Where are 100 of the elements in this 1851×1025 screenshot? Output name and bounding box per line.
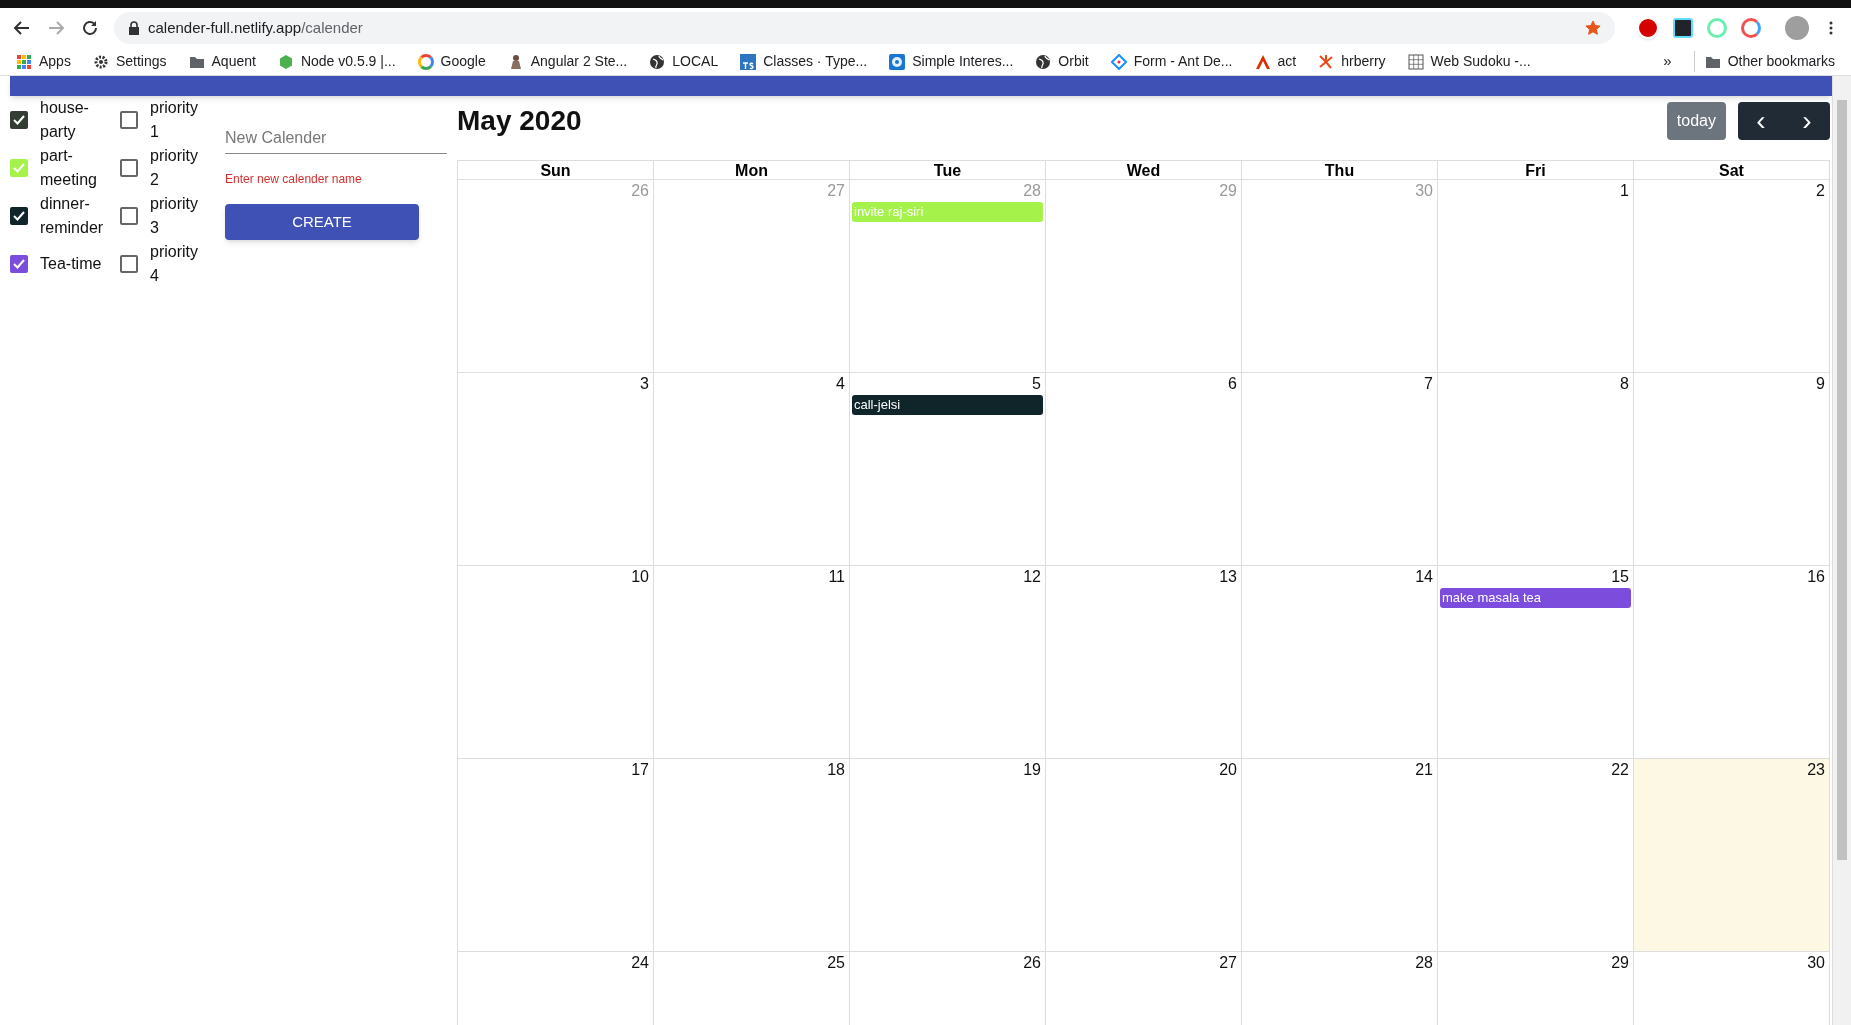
day-cell[interactable]: 8 — [1438, 373, 1634, 566]
day-number: 20 — [1219, 760, 1238, 780]
day-number: 30 — [1807, 953, 1826, 973]
day-cell[interactable]: 3 — [458, 373, 654, 566]
today-button[interactable]: today — [1666, 102, 1726, 140]
day-number: 16 — [1807, 567, 1826, 587]
bookmark-link[interactable]: Form - Ant De... — [1133, 51, 1233, 72]
day-number: 1 — [1620, 181, 1630, 201]
bookmark-link[interactable]: Settings — [115, 51, 167, 72]
next-button[interactable]: › — [1784, 102, 1830, 140]
create-button[interactable]: CREATE — [225, 204, 419, 240]
bookmark-link[interactable]: Angular 2 Ste... — [530, 51, 628, 72]
day-number: 12 — [1023, 567, 1042, 587]
day-cell[interactable]: 7 — [1242, 373, 1438, 566]
day-cell[interactable]: 12 — [850, 566, 1046, 759]
day-cell[interactable]: 20 — [1046, 759, 1242, 952]
day-number: 11 — [828, 567, 846, 587]
event-bar[interactable]: call-jelsi — [852, 395, 1043, 415]
day-number: 18 — [827, 760, 846, 780]
checkbox[interactable] — [120, 159, 138, 177]
day-number: 14 — [1415, 567, 1434, 587]
day-cell[interactable]: 9 — [1634, 373, 1830, 566]
globe-icon — [649, 53, 666, 70]
day-cell[interactable]: 5 call-jelsi — [850, 373, 1046, 566]
checkbox[interactable] — [10, 255, 28, 273]
day-number: 15 — [1611, 567, 1630, 587]
new-calendar-field[interactable]: New Calender — [225, 122, 447, 154]
day-number: 2 — [1816, 181, 1826, 201]
day-cell[interactable]: 4 — [654, 373, 850, 566]
bookmark-link[interactable]: Google — [440, 51, 486, 72]
ts-logo-icon — [740, 53, 757, 70]
google-g-icon — [417, 53, 434, 70]
diamond-icon — [1110, 53, 1127, 70]
extension-icon[interactable] — [1673, 18, 1693, 38]
day-number: 27 — [827, 181, 846, 201]
day-number: 30 — [1415, 181, 1434, 201]
bookmark-link[interactable]: Classes · Type... — [763, 51, 868, 72]
day-cell[interactable]: 23 — [1634, 759, 1830, 952]
day-cell[interactable]: 14 — [1242, 566, 1438, 759]
star-icon[interactable] — [1585, 20, 1601, 36]
day-number: 26 — [1023, 953, 1042, 973]
day-cell[interactable]: 11 — [654, 566, 850, 759]
bookmark-link[interactable]: act — [1277, 51, 1297, 72]
address-bar[interactable]: calender-full.netlify.app/calender — [114, 12, 1615, 44]
bookmark-link[interactable]: hrberry — [1341, 51, 1386, 72]
day-cell[interactable]: 22 — [1438, 759, 1634, 952]
day-number: 29 — [1219, 181, 1238, 201]
day-cell[interactable]: 2 — [1634, 180, 1830, 373]
bookmark-link[interactable]: Simple Interes... — [912, 51, 1014, 72]
day-cell[interactable]: 13 — [1046, 566, 1242, 759]
day-cell[interactable]: 16 — [1634, 566, 1830, 759]
apps-grid-icon — [16, 53, 32, 70]
checkbox[interactable] — [10, 159, 28, 177]
checkbox[interactable] — [10, 111, 28, 129]
gear-icon — [92, 53, 109, 70]
day-number: 19 — [1023, 760, 1042, 780]
day-number: 9 — [1816, 374, 1826, 394]
day-number: 4 — [836, 374, 846, 394]
day-number: 21 — [1415, 760, 1434, 780]
globe-icon — [1035, 53, 1052, 70]
day-number: 28 — [1415, 953, 1434, 973]
bookmark-link[interactable]: Other bookmarks — [1727, 51, 1835, 72]
event-bar[interactable]: make masala tea — [1440, 588, 1631, 608]
day-cell[interactable]: 21 — [1242, 759, 1438, 952]
url-text: calender-full.netlify.app/calender — [148, 17, 364, 38]
reload-icon[interactable] — [80, 18, 100, 38]
bookmarks-overflow-button[interactable]: » — [1663, 50, 1672, 73]
month-title: May 2020 — [457, 104, 582, 138]
day-cell[interactable]: 10 — [458, 566, 654, 759]
hexagon-icon — [277, 53, 294, 70]
day-number: 22 — [1611, 760, 1630, 780]
bookmark-link[interactable]: Apps — [39, 51, 71, 72]
day-number: 10 — [631, 567, 650, 587]
bookmark-link[interactable]: Aquent — [211, 51, 256, 72]
day-cell[interactable]: 17 — [458, 759, 654, 952]
day-cell[interactable]: 15 make masala tea — [1438, 566, 1634, 759]
day-number: 23 — [1807, 760, 1826, 780]
day-number: 5 — [1032, 374, 1042, 394]
bookmark-link[interactable]: Orbit — [1058, 51, 1089, 72]
avatar-icon[interactable] — [1785, 16, 1809, 40]
previous-button[interactable]: ‹ — [1738, 102, 1784, 140]
day-number: 7 — [1424, 374, 1434, 394]
checkbox[interactable] — [10, 207, 28, 225]
day-number: 24 — [631, 953, 650, 973]
day-cell[interactable]: 1 — [1438, 180, 1634, 373]
disc-icon — [889, 53, 906, 70]
day-cell[interactable]: 6 — [1046, 373, 1242, 566]
bookmark-link[interactable]: Node v0.5.9 |... — [300, 51, 396, 72]
day-cell[interactable]: 18 — [654, 759, 850, 952]
checkbox[interactable] — [120, 255, 138, 273]
checkbox[interactable] — [120, 207, 138, 225]
bookmark-link[interactable]: LOCAL — [672, 51, 719, 72]
calendar-label: Tea-time — [40, 254, 103, 274]
error-text: Enter new calender name — [225, 171, 363, 188]
day-number: 3 — [640, 374, 650, 394]
checkbox[interactable] — [120, 111, 138, 129]
bookmark-link[interactable]: Web Sudoku -... — [1430, 51, 1531, 72]
day-number: 8 — [1620, 374, 1630, 394]
day-cell[interactable]: 19 — [850, 759, 1046, 952]
calendar-label: dinner-reminder — [40, 194, 105, 238]
